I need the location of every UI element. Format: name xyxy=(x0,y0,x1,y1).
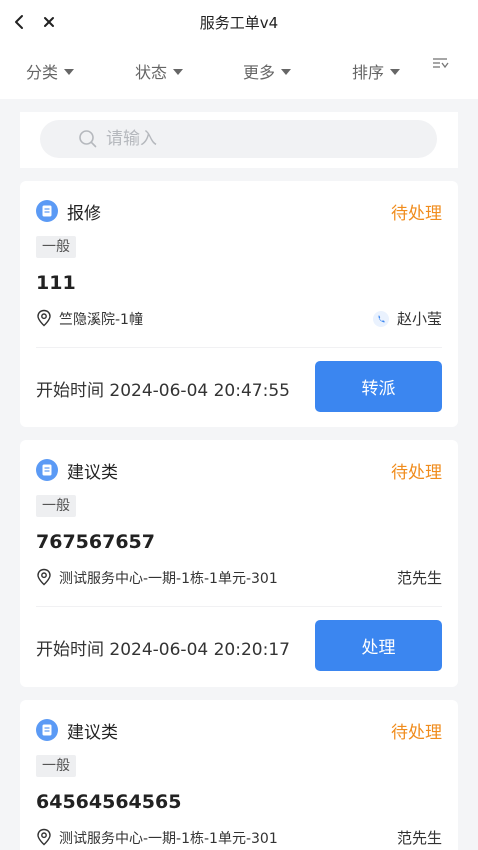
contact-person: 范先生 xyxy=(397,567,442,588)
contact-name: 赵小莹 xyxy=(396,310,442,328)
filter-sort[interactable]: 排序 xyxy=(352,60,401,82)
search-input[interactable] xyxy=(106,129,406,149)
contact-person[interactable]: 赵小莹 xyxy=(372,308,442,329)
priority-tag: 一般 xyxy=(36,495,76,517)
caret-down-icon xyxy=(173,69,184,75)
work-order-card[interactable]: 建议类 待处理 一般 64564564565 测试服务中心-一期-1栋-1单元-… xyxy=(20,700,458,850)
address-text: 测试服务中心-一期-1栋-1单元-301 xyxy=(59,571,278,587)
order-number: 111 xyxy=(36,272,76,294)
filter-more[interactable]: 更多 xyxy=(243,60,292,82)
address-text: 测试服务中心-一期-1栋-1单元-301 xyxy=(59,831,278,847)
status-badge: 待处理 xyxy=(391,723,442,743)
status-badge: 待处理 xyxy=(391,204,442,224)
divider xyxy=(36,606,442,607)
filter-status-label: 状态 xyxy=(135,63,168,82)
work-order-card[interactable]: 建议类 待处理 一般 767567657 测试服务中心-一期-1栋-1单元-30… xyxy=(20,440,458,687)
search-box[interactable] xyxy=(40,120,437,158)
contact-name: 范先生 xyxy=(396,569,442,587)
search-section xyxy=(20,112,458,168)
process-button[interactable]: 处理 xyxy=(315,620,442,671)
category-label: 建议类 xyxy=(67,463,118,483)
address-text: 竺隐溪院-1幢 xyxy=(59,312,143,328)
divider xyxy=(36,347,442,348)
filter-category-label: 分类 xyxy=(26,63,59,82)
status-badge: 待处理 xyxy=(391,463,442,483)
filter-lines-icon[interactable] xyxy=(430,56,450,72)
caret-down-icon xyxy=(64,69,75,75)
start-time: 开始时间 2024-06-04 20:20:17 xyxy=(36,640,290,660)
caret-down-icon xyxy=(281,69,292,75)
location-pin-icon xyxy=(37,568,51,586)
transfer-button[interactable]: 转派 xyxy=(315,361,442,412)
work-order-card[interactable]: 报修 待处理 一般 111 竺隐溪院-1幢 赵小莹 开始时间 2024-06-0… xyxy=(20,181,458,427)
category-label: 报修 xyxy=(67,204,101,224)
contact-person: 范先生 xyxy=(397,827,442,848)
document-icon xyxy=(36,200,58,222)
top-nav-bar: 服务工单v4 xyxy=(0,0,478,44)
category-label: 建议类 xyxy=(67,723,118,743)
location-pin-icon xyxy=(37,828,51,846)
contact-name: 范先生 xyxy=(396,829,442,847)
order-number: 767567657 xyxy=(36,531,155,553)
priority-tag: 一般 xyxy=(36,755,76,777)
page-title: 服务工单v4 xyxy=(199,14,279,32)
document-icon xyxy=(36,459,58,481)
filter-bar: 分类 状态 更多 排序 xyxy=(0,44,478,99)
start-time: 开始时间 2024-06-04 20:47:55 xyxy=(36,381,290,401)
caret-down-icon xyxy=(390,69,401,75)
filter-sort-label: 排序 xyxy=(352,63,385,82)
filter-more-label: 更多 xyxy=(243,63,276,82)
search-icon xyxy=(79,130,97,148)
location-pin-icon xyxy=(37,309,51,327)
filter-category[interactable]: 分类 xyxy=(26,60,75,82)
phone-icon xyxy=(372,310,389,327)
priority-tag: 一般 xyxy=(36,236,76,258)
document-icon xyxy=(36,719,58,741)
filter-status[interactable]: 状态 xyxy=(135,60,184,82)
order-number: 64564564565 xyxy=(36,791,182,813)
